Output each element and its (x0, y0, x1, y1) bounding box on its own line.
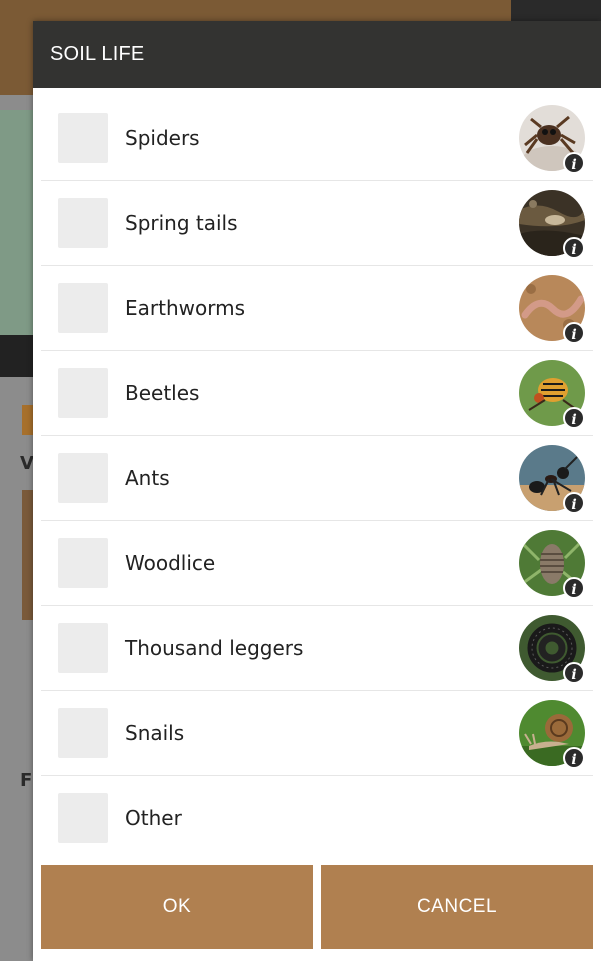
info-icon[interactable]: i (563, 407, 585, 429)
info-icon[interactable]: i (563, 322, 585, 344)
cancel-button[interactable]: CANCEL (321, 865, 593, 949)
checkbox[interactable] (58, 623, 108, 673)
background-map (0, 110, 35, 335)
background-text-w: V (20, 453, 34, 474)
item-label: Thousand leggers (125, 636, 304, 660)
info-icon[interactable]: i (563, 577, 585, 599)
checkbox[interactable] (58, 708, 108, 758)
list-item-thousand-leggers[interactable]: Thousand leggers i (41, 606, 593, 691)
info-icon[interactable]: i (563, 492, 585, 514)
info-icon[interactable]: i (563, 747, 585, 769)
list-item-beetles[interactable]: Beetles i (41, 351, 593, 436)
background-text-f: F (20, 770, 33, 791)
dialog-title: SOIL LIFE (33, 21, 601, 88)
item-label: Spiders (125, 126, 200, 150)
item-label: Earthworms (125, 296, 245, 320)
item-label: Ants (125, 466, 170, 490)
list-item-spring-tails[interactable]: Spring tails i (41, 181, 593, 266)
item-label: Snails (125, 721, 185, 745)
list-item-woodlice[interactable]: Woodlice i (41, 521, 593, 606)
soil-life-dialog: SOIL LIFE Spiders i Spring tails i Earth… (33, 21, 601, 961)
checkbox[interactable] (58, 113, 108, 163)
list-item-other[interactable]: Other (41, 776, 593, 860)
dialog-buttons: OK CANCEL (41, 865, 593, 949)
checkbox[interactable] (58, 793, 108, 843)
checkbox[interactable] (58, 283, 108, 333)
checkbox[interactable] (58, 453, 108, 503)
info-icon[interactable]: i (563, 662, 585, 684)
list-item-ants[interactable]: Ants i (41, 436, 593, 521)
soil-life-list: Spiders i Spring tails i Earthworms i Be… (41, 96, 593, 860)
checkbox[interactable] (58, 538, 108, 588)
ok-button[interactable]: OK (41, 865, 313, 949)
list-item-earthworms[interactable]: Earthworms i (41, 266, 593, 351)
info-icon[interactable]: i (563, 237, 585, 259)
checkbox[interactable] (58, 198, 108, 248)
checkbox[interactable] (58, 368, 108, 418)
background-content: V F (0, 95, 35, 961)
item-label: Woodlice (125, 551, 216, 575)
item-label: Spring tails (125, 211, 238, 235)
list-item-spiders[interactable]: Spiders i (41, 96, 593, 181)
item-label: Beetles (125, 381, 200, 405)
list-item-snails[interactable]: Snails i (41, 691, 593, 776)
info-icon[interactable]: i (563, 152, 585, 174)
item-label: Other (125, 806, 182, 830)
